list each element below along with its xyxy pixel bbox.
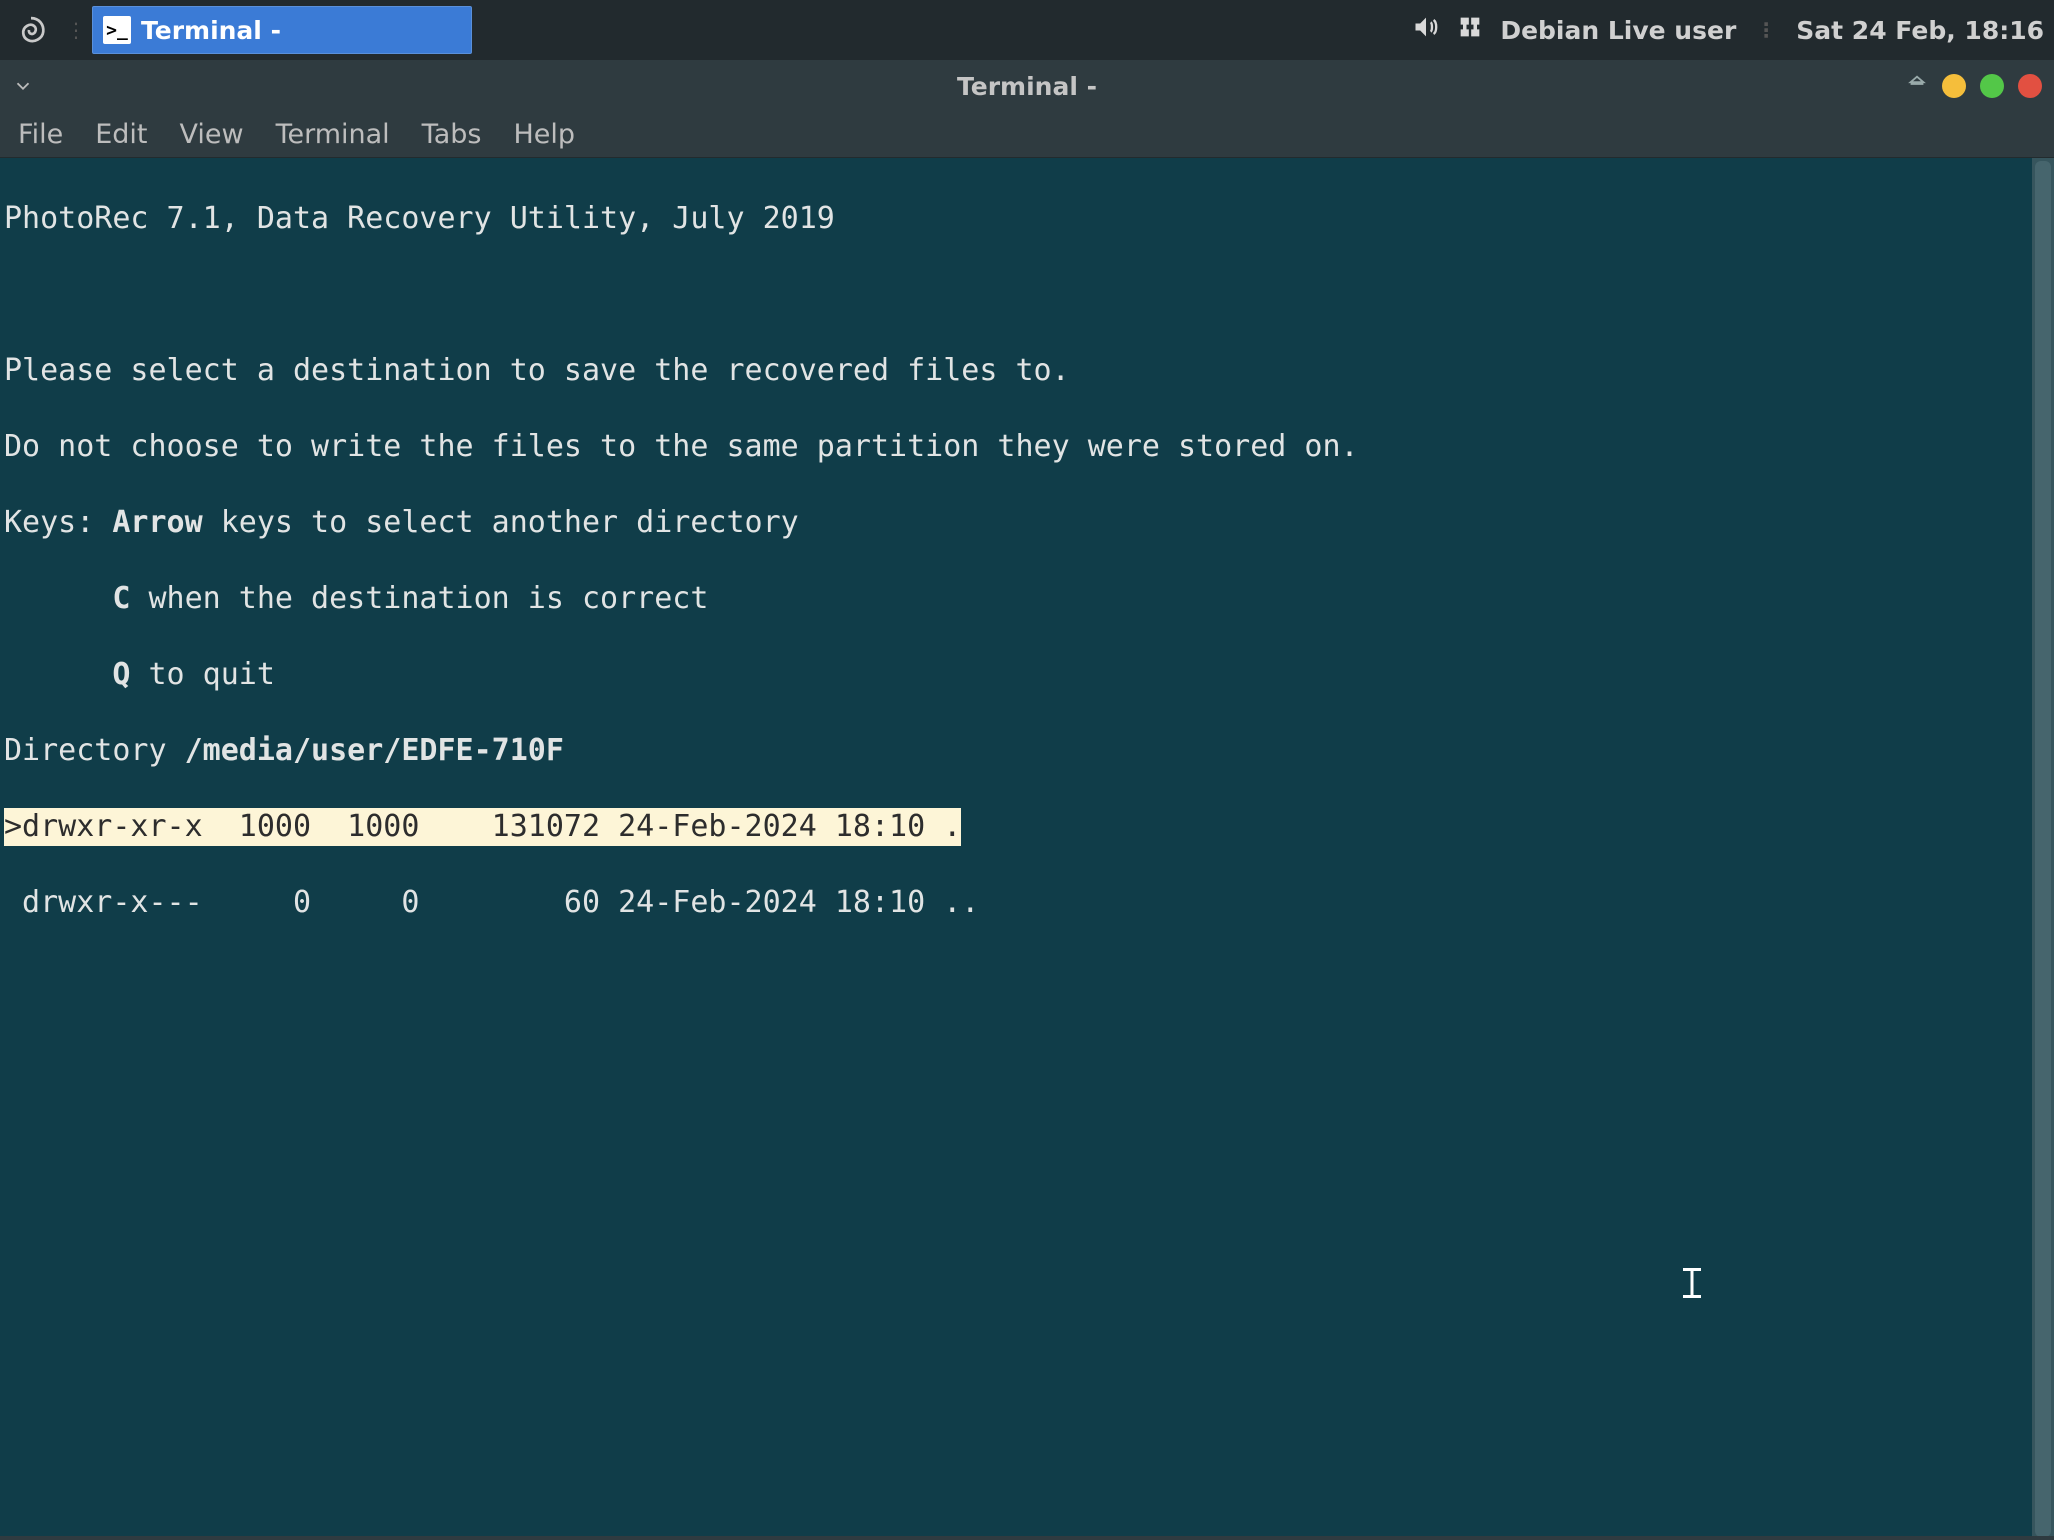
window-menu-chevron[interactable] [12, 75, 42, 97]
terminal-line: Q to quit [4, 656, 2032, 694]
chevron-down-icon [12, 75, 34, 97]
desktop-top-panel: ⋮ >_ Terminal - Debian Live user ⋮ Sat 2… [0, 0, 2054, 60]
menu-tabs[interactable]: Tabs [422, 119, 482, 150]
terminal-scrollbar[interactable] [2032, 158, 2054, 1540]
terminal-line: Keys: Arrow keys to select another direc… [4, 504, 2032, 542]
taskbar-item-terminal[interactable]: >_ Terminal - [92, 6, 472, 54]
terminal-line: Directory /media/user/EDFE-710F [4, 732, 2032, 770]
terminal-icon: >_ [103, 16, 131, 44]
window-menubar: File Edit View Terminal Tabs Help [0, 112, 2054, 158]
menu-file[interactable]: File [18, 119, 63, 150]
window-title: Terminal - [957, 72, 1097, 101]
taskbar-item-label: Terminal - [141, 16, 281, 45]
terminal-line: C when the destination is correct [4, 580, 2032, 618]
window-maximize-button[interactable] [1980, 74, 2004, 98]
panel-user-label[interactable]: Debian Live user [1500, 16, 1736, 45]
terminal-text-content[interactable]: PhotoRec 7.1, Data Recovery Utility, Jul… [0, 158, 2032, 1540]
terminal-line: PhotoRec 7.1, Data Recovery Utility, Jul… [4, 200, 2032, 238]
terminal-viewport[interactable]: PhotoRec 7.1, Data Recovery Utility, Jul… [0, 158, 2054, 1540]
panel-separator: ⋮ [62, 18, 90, 42]
window-close-button[interactable] [2018, 74, 2042, 98]
window-titlebar[interactable]: Terminal - [0, 60, 2054, 112]
volume-icon[interactable] [1412, 13, 1440, 47]
directory-row-selected[interactable]: >drwxr-xr-x 1000 1000 131072 24-Feb-2024… [4, 808, 2032, 846]
panel-separator-2: ⋮ [1752, 18, 1780, 42]
network-wired-icon[interactable] [1456, 13, 1484, 47]
menu-terminal[interactable]: Terminal [276, 119, 390, 150]
directory-row[interactable]: drwxr-x--- 0 0 60 24-Feb-2024 18:10 .. [4, 884, 2032, 922]
terminal-line [4, 276, 2032, 314]
menu-edit[interactable]: Edit [95, 119, 147, 150]
panel-datetime[interactable]: Sat 24 Feb, 18:16 [1796, 16, 2044, 45]
terminal-line: Do not choose to write the files to the … [4, 428, 2032, 466]
terminal-line: Please select a destination to save the … [4, 352, 2032, 390]
window-ontop-icon[interactable] [1906, 73, 1928, 99]
menu-view[interactable]: View [179, 119, 243, 150]
menu-help[interactable]: Help [513, 119, 575, 150]
window-bottom-edge [0, 1536, 2054, 1540]
scrollbar-thumb[interactable] [2035, 161, 2051, 1537]
debian-swirl-icon [14, 13, 48, 47]
terminal-window: Terminal - File Edit View Terminal Tabs … [0, 60, 2054, 1540]
window-minimize-button[interactable] [1942, 74, 1966, 98]
applications-menu-button[interactable] [0, 0, 62, 60]
